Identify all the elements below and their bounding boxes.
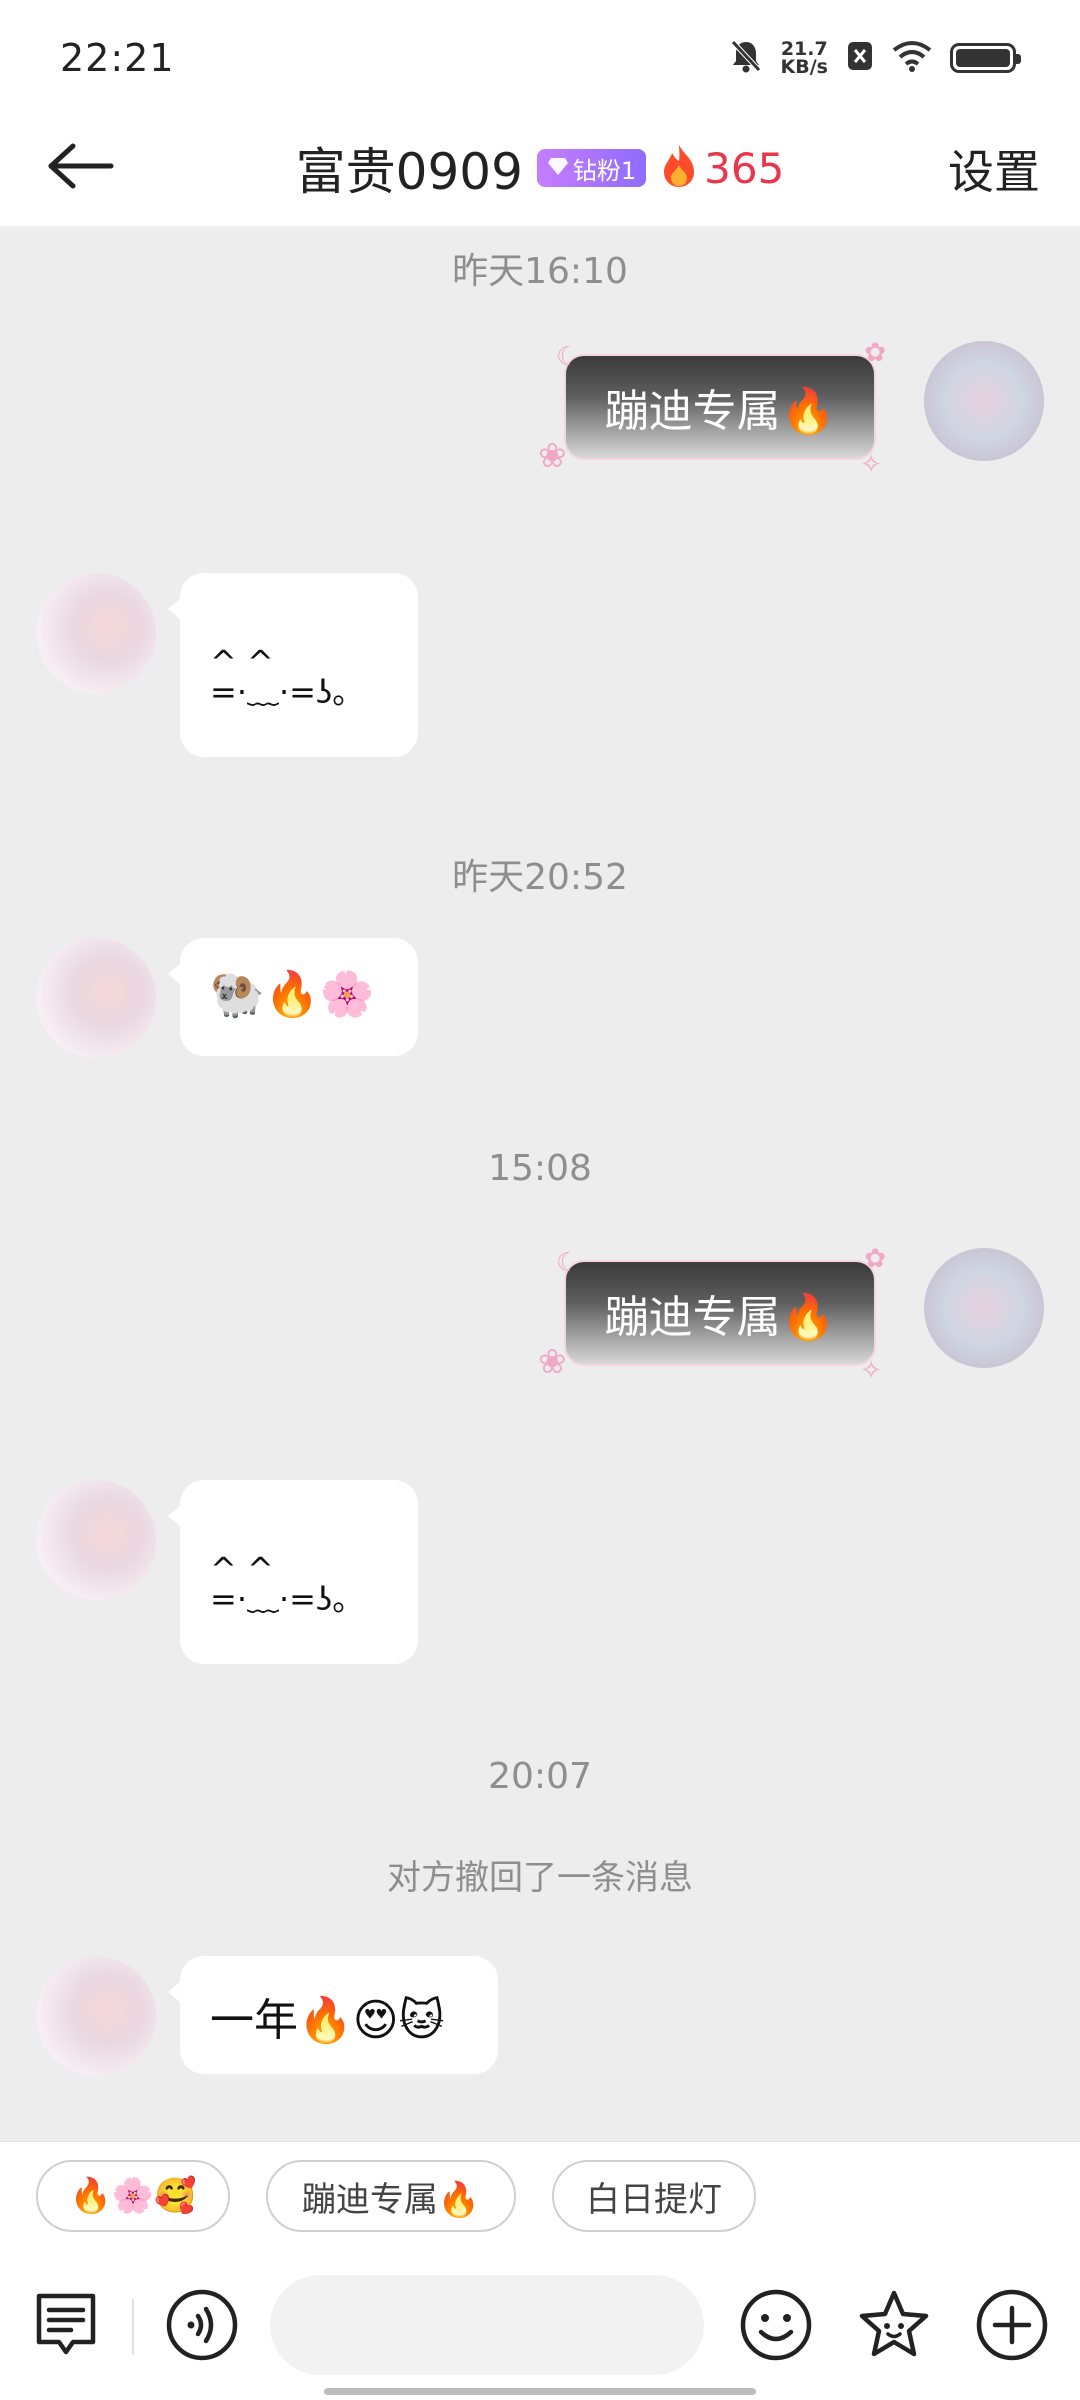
message-text: 蹦迪专属🔥 (604, 1292, 836, 1343)
emoji-face-icon (739, 2288, 813, 2366)
chat-menu-button[interactable] (26, 2287, 106, 2367)
message-bubble-other[interactable]: ^ ^ =·﹏·=ʖ。 (168, 1480, 418, 1664)
fire-count: 365 (704, 143, 785, 193)
contact-avatar[interactable] (36, 1480, 156, 1600)
voice-icon (165, 2288, 239, 2366)
mute-bell-icon (729, 38, 763, 78)
more-button[interactable] (972, 2287, 1052, 2367)
special-bubble-frame: 蹦迪专属🔥 (564, 1260, 876, 1366)
settings-button[interactable]: 设置 (948, 136, 1040, 202)
message-bubble-self[interactable]: 蹦迪专属🔥 ☾ ✿ ❀ ✧ (538, 1244, 888, 1386)
message-input[interactable] (270, 2275, 704, 2375)
home-indicator[interactable] (324, 2388, 756, 2395)
chat-header: 富贵0909 钻粉1 365 设置 (0, 110, 1080, 226)
contact-name: 富贵0909 (295, 143, 523, 201)
bow-deco-icon: ✿ (864, 338, 886, 368)
net-speed: 21.7 KB/s (780, 40, 828, 78)
message-bubble-other[interactable]: ^ ^ =·﹏·=ʖ。 (168, 573, 418, 757)
fan-badge: 钻粉1 (536, 149, 647, 187)
bow-deco-icon: ✿ (864, 1244, 886, 1274)
quick-reply-chip[interactable]: 白日提灯 (552, 2160, 756, 2232)
fan-badge-label: 钻粉1 (572, 156, 637, 185)
message-text: 蹦迪专属🔥 (604, 386, 836, 437)
timestamp: 15:08 (488, 1148, 592, 1189)
wifi-icon (892, 40, 932, 76)
title-area[interactable]: 富贵0909 钻粉1 365 (0, 130, 1080, 206)
fire-streak: 365 (660, 143, 784, 193)
timestamp: 20:07 (488, 1756, 592, 1797)
moon-deco-icon: ☾ (556, 342, 580, 372)
close-box-icon (846, 40, 874, 76)
sticker-button[interactable] (854, 2287, 934, 2367)
voice-button[interactable] (162, 2287, 242, 2367)
divider (132, 2299, 134, 2355)
message-bubble-self[interactable]: 蹦迪专属🔥 ☾ ✿ ❀ ✧ (538, 338, 888, 480)
self-avatar[interactable] (924, 341, 1044, 461)
message-bubble-other[interactable]: 🐏🔥🌸 (168, 938, 418, 1056)
moon-deco-icon: ☾ (556, 1248, 580, 1278)
status-bar: 22:21 21.7 KB/s (0, 0, 1080, 110)
message-text: ^ ^ =·﹏·=ʖ。 (210, 646, 365, 711)
recall-notice: 对方撤回了一条消息 (387, 1858, 693, 1898)
self-avatar[interactable] (924, 1248, 1044, 1368)
emoji-button[interactable] (736, 2287, 816, 2367)
quick-reply-chip[interactable]: 蹦迪专属🔥 (266, 2160, 516, 2232)
battery-icon (950, 43, 1021, 73)
timestamp: 昨天20:52 (452, 857, 628, 898)
contact-avatar[interactable] (36, 1956, 156, 2076)
chat-menu-icon (33, 2290, 99, 2364)
star-sticker-icon (856, 2288, 932, 2366)
timestamp: 昨天16:10 (452, 251, 628, 292)
diamond-icon (547, 154, 569, 182)
message-text: 一年🔥😍🐱 (210, 1995, 445, 2046)
peach-deco-icon: ❀ (538, 436, 567, 476)
kaomoji-line-2: =·﹏·=ʖ。 (210, 673, 365, 711)
ribbon-deco-icon: ✧ (860, 1356, 882, 1386)
status-icons: 21.7 KB/s (729, 36, 1021, 80)
contact-avatar[interactable] (36, 938, 156, 1058)
quick-reply-bar: 🔥🌸🥰 蹦迪专属🔥 白日提灯 (0, 2141, 1080, 2255)
message-text: 🐏🔥🌸 (210, 969, 375, 1020)
quick-reply-chip[interactable]: 🔥🌸🥰 (36, 2160, 230, 2232)
peach-deco-icon: ❀ (538, 1342, 567, 1382)
input-bar (0, 2255, 1080, 2400)
fire-icon (660, 143, 698, 193)
status-time: 22:21 (60, 36, 175, 80)
plus-icon (975, 2288, 1049, 2366)
message-bubble-other[interactable]: 一年🔥😍🐱 (168, 1956, 498, 2074)
net-speed-unit: KB/s (780, 56, 828, 78)
special-bubble-frame: 蹦迪专属🔥 (564, 354, 876, 460)
kaomoji-line-2: =·﹏·=ʖ。 (210, 1580, 365, 1618)
chat-area[interactable]: 昨天16:10 蹦迪专属🔥 ☾ ✿ ❀ ✧ ^ ^ =·﹏·=ʖ。 昨天20:5… (0, 226, 1080, 2141)
message-text: ^ ^ =·﹏·=ʖ。 (210, 1553, 365, 1618)
ribbon-deco-icon: ✧ (860, 450, 882, 480)
contact-avatar[interactable] (36, 573, 156, 693)
